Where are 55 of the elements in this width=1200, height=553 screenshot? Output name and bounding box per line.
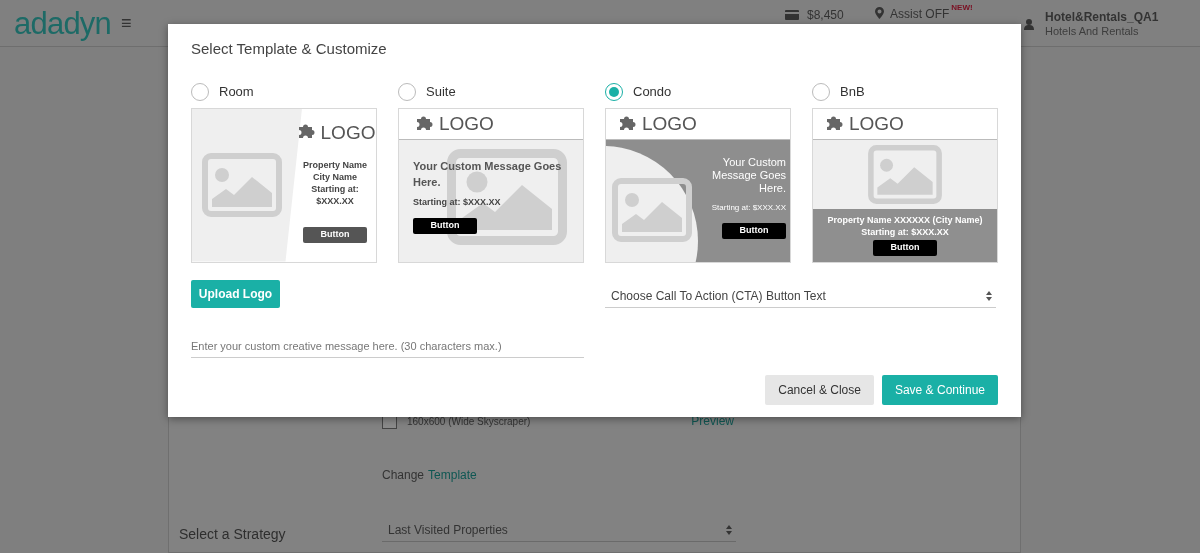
logo-text: LOGO	[849, 114, 904, 133]
balance-text: $8,450	[807, 7, 844, 24]
account-name[interactable]: Hotel&Rentals_QA1	[1045, 10, 1159, 24]
preview-button: Button	[413, 218, 477, 234]
radio-button[interactable]	[812, 82, 830, 101]
preview-message: Your Custom Message Goes Here.	[711, 155, 786, 195]
radio-button[interactable]	[398, 82, 416, 101]
preview-button: Button	[722, 222, 786, 239]
modal-title: Select Template & Customize	[191, 39, 388, 59]
preview-text: Property Name	[303, 158, 367, 171]
radio-label: Suite	[426, 82, 456, 101]
preview-text: Starting at: $XXX.XX	[861, 225, 949, 238]
preview-button: Button	[873, 239, 937, 256]
message-input-field[interactable]: Enter your custom creative message here. (30 characters max.)	[191, 335, 584, 358]
upload-logo-button[interactable]: Upload Logo	[191, 279, 280, 308]
preview-text: $XXX.XX	[316, 194, 354, 207]
dialog-button[interactable]: Cancel & Close	[765, 375, 874, 405]
assist-status[interactable]: Assist OFF	[890, 5, 950, 23]
template-preview[interactable]: LOGO Property Name City Name Starting at: $XXX.XX Button	[191, 107, 377, 263]
credit-card-icon	[785, 10, 799, 20]
radio-label: Room	[219, 82, 254, 101]
location-pin-icon	[875, 7, 884, 19]
preview-price: Starting at: $XXX.XX	[413, 195, 501, 209]
preview-text: Starting at:	[311, 182, 359, 195]
updown-arrow-icon	[986, 290, 992, 301]
account-type: Hotels And Rentals	[1045, 24, 1140, 38]
image-placeholder-icon	[612, 177, 692, 242]
preview-message: Your Custom Message Goes Here.	[413, 158, 563, 190]
preview-text: Property Name XXXXXX (City Name)	[827, 213, 983, 226]
radio-button[interactable]	[605, 82, 623, 101]
preview-price: Starting at: $XXX.XX	[711, 201, 786, 214]
template-preview[interactable]: LOGO Property Name XXXXXX (City Name) Starting at: $XXX.XX Button	[812, 107, 998, 263]
template-preview[interactable]: LOGO Your Custom Message Goes Here. Starting at: $XXX.XX Button	[398, 107, 584, 263]
radio-label: BnB	[840, 82, 865, 101]
logo-text: LOGO	[320, 122, 376, 142]
image-placeholder-icon	[202, 153, 282, 217]
new-label: NEW!	[951, 2, 973, 14]
user-icon	[1024, 18, 1034, 30]
dialog-button[interactable]: Save & Continue	[881, 375, 998, 405]
radio-label: Condo	[633, 82, 672, 101]
template-preview[interactable]: LOGO Your Custom Message Goes Here. Starting at: $XXX.XX Button	[605, 107, 791, 263]
strategy-label: Select a Strategy	[179, 525, 286, 544]
preview-text: City Name	[313, 170, 357, 183]
ad-size-label: 160x600 (Wide Skyscraper)	[407, 414, 531, 429]
updown-arrow-icon	[726, 524, 732, 535]
logo-text: LOGO	[439, 114, 494, 133]
change-text: Change	[382, 467, 425, 484]
preview-button: Button	[303, 226, 367, 243]
radio-button[interactable]	[191, 82, 209, 101]
strategy-select[interactable]: Last Visited Properties	[382, 518, 736, 542]
template-link[interactable]: Template	[428, 466, 477, 484]
cta-select[interactable]: Choose Call To Action (CTA) Button Text	[605, 284, 996, 308]
menu-button[interactable]: ≡	[121, 14, 132, 32]
image-placeholder-icon	[868, 144, 942, 204]
logo-text: LOGO	[642, 114, 697, 133]
